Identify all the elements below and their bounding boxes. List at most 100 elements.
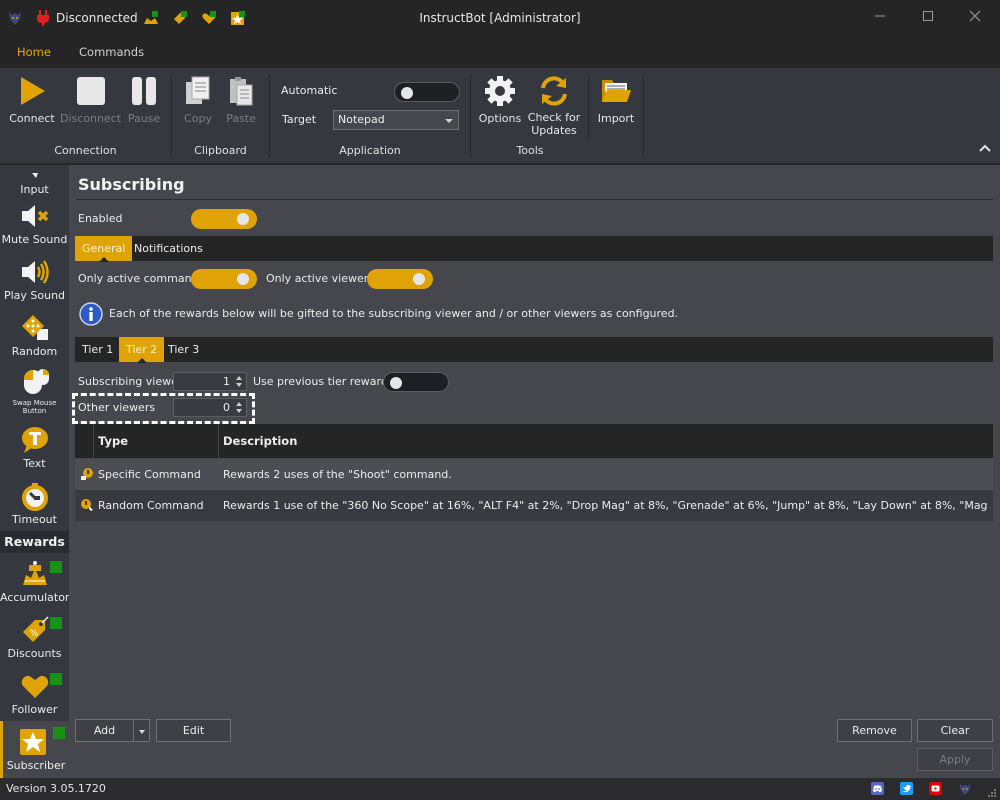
clear-button[interactable]: Clear [917,719,993,742]
sidebar-item-input[interactable]: Input [0,165,69,196]
only-active-viewers-label: Only active viewers [266,272,374,285]
stepper-up-icon[interactable] [236,376,242,380]
sidebar-item-label-1: Swap Mouse [12,399,57,407]
sidebar-item-accumulator[interactable]: Accumulator [0,559,69,604]
connection-group-label: Connection [54,144,117,157]
ribbon: Connect Disconnect Pause Connection Copy… [0,68,1000,164]
use-previous-tier-toggle[interactable] [383,372,449,392]
sidebar-item-swap-mouse-button[interactable]: Swap Mouse Button [0,367,69,415]
subscribing-viewer-stepper[interactable]: 1 [173,372,247,391]
sidebar-item-random[interactable]: Random [0,313,69,358]
only-active-commands-toggle[interactable] [191,269,257,289]
sidebar-item-subscriber[interactable]: Subscriber [0,721,69,778]
automatic-label: Automatic [281,84,338,97]
enabled-badge [50,561,62,573]
tab-tier-2[interactable]: Tier 2 [119,337,165,363]
app-logo-icon[interactable] [958,781,972,797]
table-row[interactable]: Specific Command Rewards 2 uses of the "… [75,459,993,490]
subscriber-quick-icon[interactable] [230,10,246,26]
settings-tabs: General Notifications [75,236,993,262]
stepper-down-icon[interactable] [236,383,242,387]
connection-status[interactable]: Disconnected [36,10,138,26]
copy-button[interactable]: Copy [180,74,216,125]
add-button[interactable]: Add [75,719,134,742]
connect-label: Connect [9,112,55,125]
gear-icon [485,76,515,106]
sidebar-item-follower[interactable]: Follower [0,671,69,716]
dice-icon [20,313,50,343]
tab-tier-3[interactable]: Tier 3 [161,337,206,362]
twitter-icon[interactable] [900,782,913,795]
sidebar-item-mute-sound[interactable]: Mute Sound [0,201,69,246]
title-divider [76,199,993,200]
add-dropdown-button[interactable] [133,719,150,742]
input-icon [20,165,50,181]
ribbon-separator [643,74,644,158]
menu-tabs: Home Commands [0,36,1000,68]
enabled-badge [50,673,62,685]
sidebar-item-discounts[interactable]: % Discounts [0,615,69,660]
row-description: Rewards 2 uses of the "Shoot" command. [223,468,452,481]
maximize-button[interactable] [914,6,942,30]
tab-general[interactable]: General [75,236,133,262]
target-select[interactable]: Notepad [333,110,459,130]
subscribing-viewer-label: Subscribing viewer [78,375,183,388]
ribbon-separator [588,74,589,138]
sidebar-item-label: Discounts [7,647,62,660]
mute-sound-icon [20,201,50,231]
status-bar: Version 3.05.1720 [0,778,1000,800]
accumulator-quick-icon[interactable] [143,10,159,26]
resize-grip-icon[interactable] [987,788,997,798]
table-row[interactable]: Random Command Rewards 1 use of the "360… [75,490,993,521]
sidebar-item-play-sound[interactable]: Play Sound [0,257,69,302]
youtube-icon[interactable] [929,782,942,795]
sidebar-item-label: Text [23,457,46,470]
specific-command-icon [81,468,93,480]
close-button[interactable] [961,6,989,30]
connect-button[interactable]: Connect [8,74,56,125]
sidebar-section-rewards: Rewards [0,531,69,553]
sidebar-item-timeout[interactable]: Timeout [0,481,69,526]
paste-button[interactable]: Paste [223,74,259,125]
only-active-viewers-toggle[interactable] [367,269,433,289]
play-icon [21,77,45,105]
collapse-ribbon-icon[interactable] [979,144,991,152]
remove-button[interactable]: Remove [837,719,912,742]
minimize-button[interactable] [866,6,894,30]
column-header-description[interactable]: Description [218,424,993,458]
minimize-icon [875,15,885,17]
discounts-quick-icon[interactable] [172,10,188,26]
stepper-down-icon[interactable] [236,409,242,413]
discord-icon[interactable] [871,782,884,795]
sidebar-item-label: Timeout [12,513,57,526]
automatic-toggle[interactable] [394,82,460,102]
stepper-up-icon[interactable] [236,402,242,406]
rewards-table: Type Description Specific Command Reward… [75,424,993,546]
other-viewers-stepper[interactable]: 0 [173,398,247,417]
tab-notifications[interactable]: Notifications [127,236,210,261]
apply-button[interactable]: Apply [917,748,993,771]
edit-button[interactable]: Edit [156,719,231,742]
enabled-badge [50,617,62,629]
refresh-icon [541,76,567,106]
row-type: Random Command [98,499,204,512]
star-icon [18,727,48,757]
check-updates-button[interactable]: Check for Updates [527,74,581,137]
sidebar-item-label: Play Sound [3,289,66,302]
coins-icon [20,559,50,589]
pause-button[interactable]: Pause [124,74,164,125]
row-type: Specific Command [98,468,201,481]
disconnect-button[interactable]: Disconnect [60,74,121,125]
options-button[interactable]: Options [478,74,522,125]
tab-commands[interactable]: Commands [79,45,144,59]
check-updates-label-1: Check for [527,111,581,124]
tab-home[interactable]: Home [17,45,51,59]
enabled-toggle[interactable] [191,209,257,229]
sidebar: Input Mute Sound Play Sound Random Swap … [0,165,69,778]
follower-quick-icon[interactable] [201,10,217,26]
heart-icon [20,671,50,701]
sidebar-item-text[interactable]: Text [0,425,69,470]
import-button[interactable]: Import [596,74,636,125]
tab-tier-1[interactable]: Tier 1 [75,337,120,362]
column-header-type[interactable]: Type [93,424,219,458]
